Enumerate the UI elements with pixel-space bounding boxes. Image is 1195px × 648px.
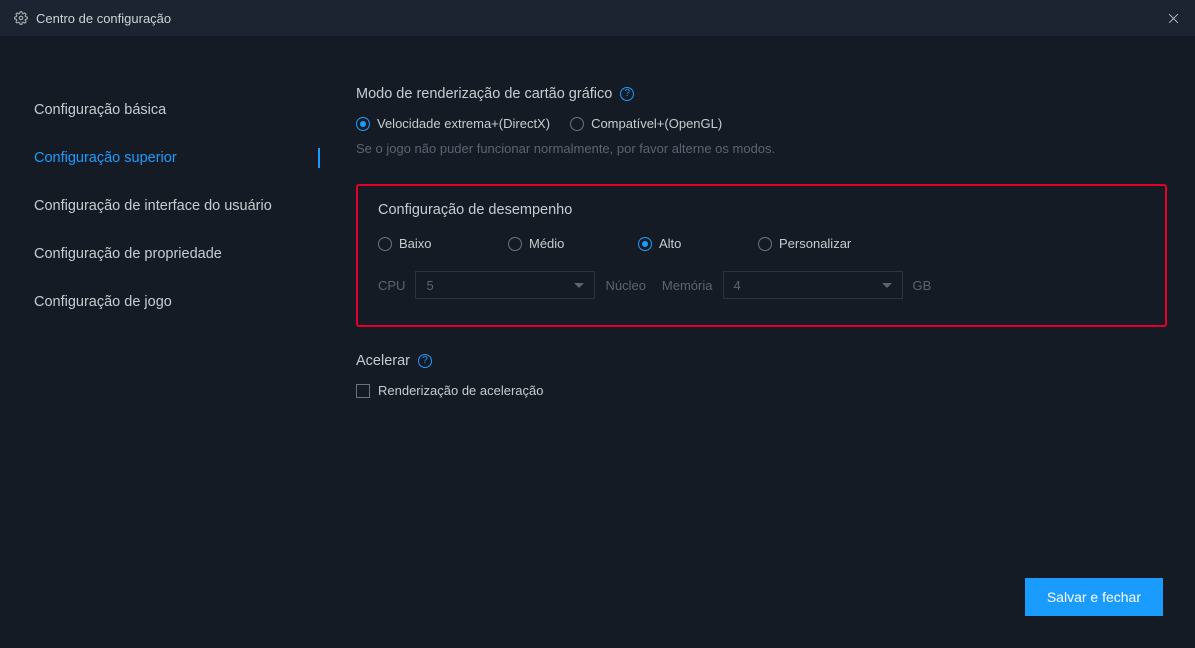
performance-title-row: Configuração de desempenho <box>378 202 1145 218</box>
sidebar-item-label: Configuração superior <box>34 150 177 166</box>
radio-medium[interactable]: Médio <box>508 236 638 251</box>
radio-circle-icon <box>356 117 370 131</box>
radio-high[interactable]: Alto <box>638 236 758 251</box>
sidebar-item-label: Configuração de jogo <box>34 294 172 310</box>
cpu-select[interactable]: 5 <box>415 271 595 299</box>
accelerate-section: Acelerar ? Renderização de aceleração <box>356 353 1167 398</box>
sidebar-item-game[interactable]: Configuração de jogo <box>0 278 320 326</box>
sidebar-item-label: Configuração de propriedade <box>34 246 222 262</box>
cpu-value: 5 <box>426 278 433 293</box>
gear-icon <box>14 11 28 25</box>
content: Configuração básica Configuração superio… <box>0 36 1195 648</box>
accelerate-title: Acelerar <box>356 353 410 369</box>
render-mode-hint: Se o jogo não puder funcionar normalment… <box>356 141 1167 156</box>
chevron-down-icon <box>882 283 892 288</box>
memory-unit: GB <box>913 278 932 293</box>
radio-circle-icon <box>378 237 392 251</box>
performance-section: Configuração de desempenho Baixo Médio A… <box>356 184 1167 327</box>
cpu-label: CPU <box>378 278 405 293</box>
radio-label: Médio <box>529 236 564 251</box>
save-close-button[interactable]: Salvar e fechar <box>1025 578 1163 616</box>
radio-label: Personalizar <box>779 236 851 251</box>
sidebar-item-ui[interactable]: Configuração de interface do usuário <box>0 182 320 230</box>
memory-select[interactable]: 4 <box>723 271 903 299</box>
radio-circle-icon <box>758 237 772 251</box>
render-mode-title-row: Modo de renderização de cartão gráfico ? <box>356 86 1167 102</box>
radio-directx[interactable]: Velocidade extrema+(DirectX) <box>356 116 550 131</box>
sidebar-item-label: Configuração básica <box>34 102 166 118</box>
chevron-down-icon <box>574 283 584 288</box>
sidebar: Configuração básica Configuração superio… <box>0 36 320 648</box>
radio-circle-icon <box>508 237 522 251</box>
memory-value: 4 <box>734 278 741 293</box>
main-panel: Modo de renderização de cartão gráfico ?… <box>320 36 1195 648</box>
radio-circle-icon <box>570 117 584 131</box>
help-icon[interactable]: ? <box>418 354 432 368</box>
checkbox-icon <box>356 384 370 398</box>
resource-row: CPU 5 Núcleo Memória 4 GB <box>378 271 1145 299</box>
titlebar: Centro de configuração <box>0 0 1195 36</box>
checkbox-label: Renderização de aceleração <box>378 383 544 398</box>
help-icon[interactable]: ? <box>620 87 634 101</box>
radio-label: Compatível+(OpenGL) <box>591 116 722 131</box>
radio-opengl[interactable]: Compatível+(OpenGL) <box>570 116 722 131</box>
core-label: Núcleo <box>605 278 645 293</box>
sidebar-item-property[interactable]: Configuração de propriedade <box>0 230 320 278</box>
radio-low[interactable]: Baixo <box>378 236 508 251</box>
sidebar-item-label: Configuração de interface do usuário <box>34 198 272 214</box>
window-title: Centro de configuração <box>36 11 171 26</box>
sidebar-item-advanced[interactable]: Configuração superior <box>0 134 320 182</box>
accelerate-title-row: Acelerar ? <box>356 353 1167 369</box>
radio-label: Baixo <box>399 236 432 251</box>
titlebar-left: Centro de configuração <box>14 11 171 26</box>
performance-options: Baixo Médio Alto Personalizar <box>378 236 1145 251</box>
render-mode-title: Modo de renderização de cartão gráfico <box>356 86 612 102</box>
radio-label: Velocidade extrema+(DirectX) <box>377 116 550 131</box>
memory-label: Memória <box>662 278 713 293</box>
close-button[interactable] <box>1165 10 1181 26</box>
render-mode-section: Modo de renderização de cartão gráfico ?… <box>356 86 1167 156</box>
accelerate-checkbox[interactable]: Renderização de aceleração <box>356 383 1167 398</box>
performance-title: Configuração de desempenho <box>378 202 572 218</box>
sidebar-item-basic[interactable]: Configuração básica <box>0 86 320 134</box>
radio-circle-icon <box>638 237 652 251</box>
radio-custom[interactable]: Personalizar <box>758 236 851 251</box>
radio-label: Alto <box>659 236 681 251</box>
render-mode-options: Velocidade extrema+(DirectX) Compatível+… <box>356 116 1167 131</box>
